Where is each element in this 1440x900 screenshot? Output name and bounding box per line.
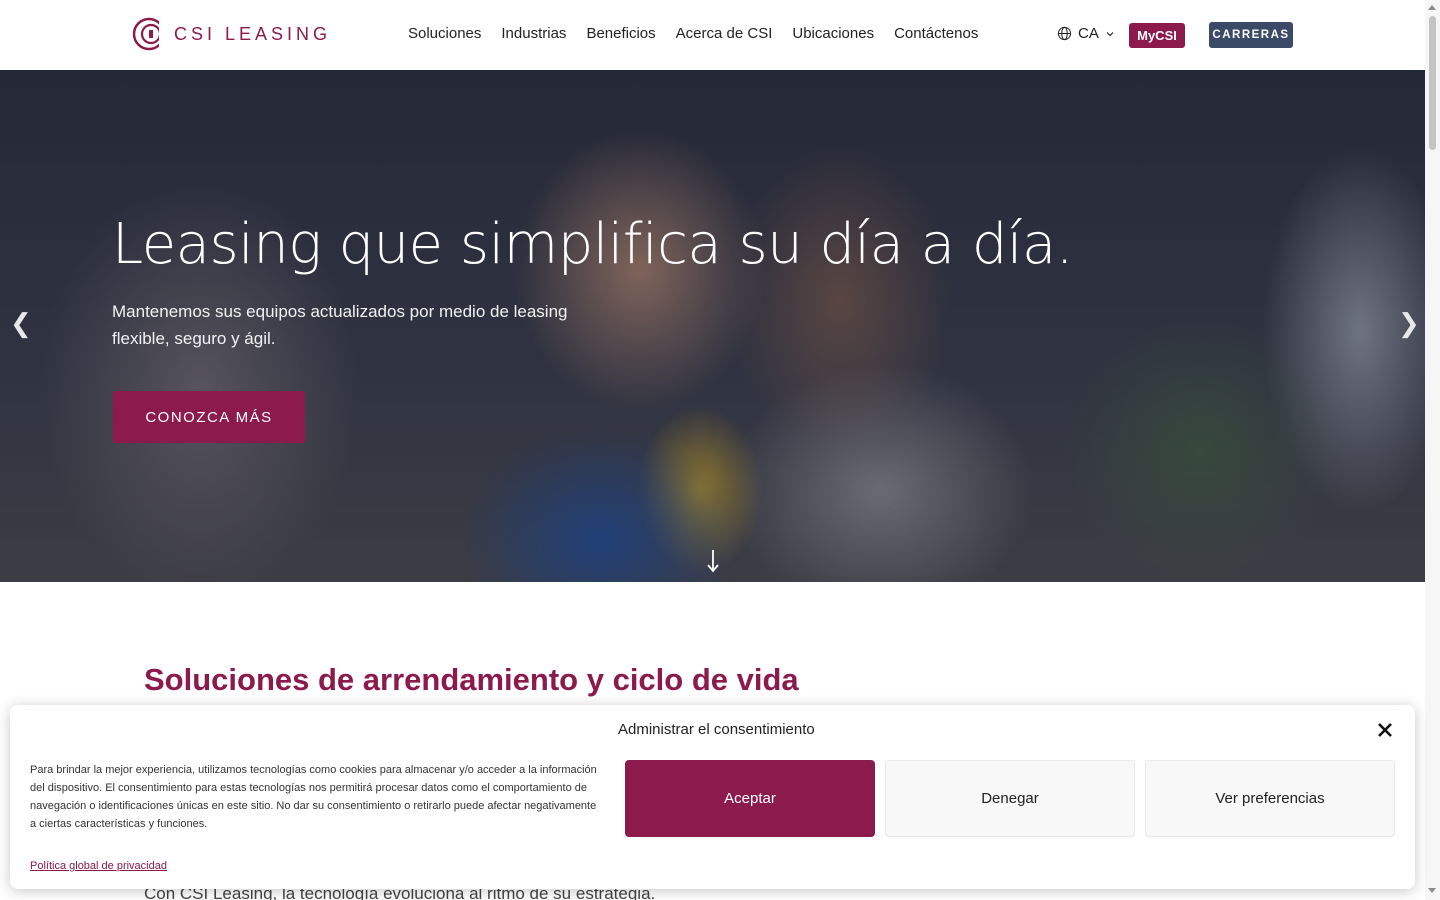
language-selector[interactable]: CA [1057,25,1115,42]
mycsi-button[interactable]: MyCSI [1129,23,1185,48]
nav-ubicaciones[interactable]: Ubicaciones [792,25,874,42]
hero-title: Leasing que simplifica su día a día. [112,212,1074,277]
scrollbar-thumb[interactable] [1429,16,1436,150]
hero-subtitle: Mantenemos sus equipos actualizados por … [112,302,568,348]
deny-button[interactable]: Denegar [885,760,1135,837]
main-nav: Soluciones Industrias Beneficios Acerca … [408,25,978,42]
consent-title: Administrar el consentimiento [618,721,815,738]
nav-acerca[interactable]: Acerca de CSI [676,25,773,42]
section-title: Soluciones de arrendamiento y ciclo de v… [144,662,799,697]
learn-more-button[interactable]: CONOZCA MÁS [113,391,305,443]
careers-button[interactable]: CARRERAS [1209,22,1293,48]
csi-logo-icon [132,17,166,51]
nav-industrias[interactable]: Industrias [501,25,566,42]
logo-text: CSI LEASING [174,23,332,44]
close-icon[interactable] [1376,721,1394,739]
csi-logo[interactable]: CSI LEASING [132,17,331,51]
arrow-down-icon[interactable] [704,548,722,574]
carousel-prev-icon[interactable]: ❮ [10,308,32,339]
chevron-down-icon [1106,31,1114,36]
globe-icon [1057,26,1072,41]
page-scrollbar[interactable] [1425,0,1440,900]
site-header: CSI LEASING Soluciones Industrias Benefi… [0,0,1425,70]
nav-soluciones[interactable]: Soluciones [408,25,481,42]
cookie-consent-banner: Administrar el consentimiento Para brind… [10,705,1415,889]
consent-description: Para brindar la mejor experiencia, utili… [30,764,597,830]
language-label: CA [1078,25,1099,42]
accept-button[interactable]: Aceptar [625,760,875,837]
scroll-down-icon[interactable] [1428,888,1436,893]
carousel-next-icon[interactable]: ❯ [1398,308,1420,339]
nav-beneficios[interactable]: Beneficios [586,25,655,42]
nav-contactenos[interactable]: Contáctenos [894,25,978,42]
view-preferences-button[interactable]: Ver preferencias [1145,760,1395,837]
privacy-policy-link[interactable]: Política global de privacidad [30,860,167,872]
hero-carousel: Leasing que simplifica su día a día. Man… [0,70,1425,582]
scroll-up-icon[interactable] [1428,5,1436,10]
